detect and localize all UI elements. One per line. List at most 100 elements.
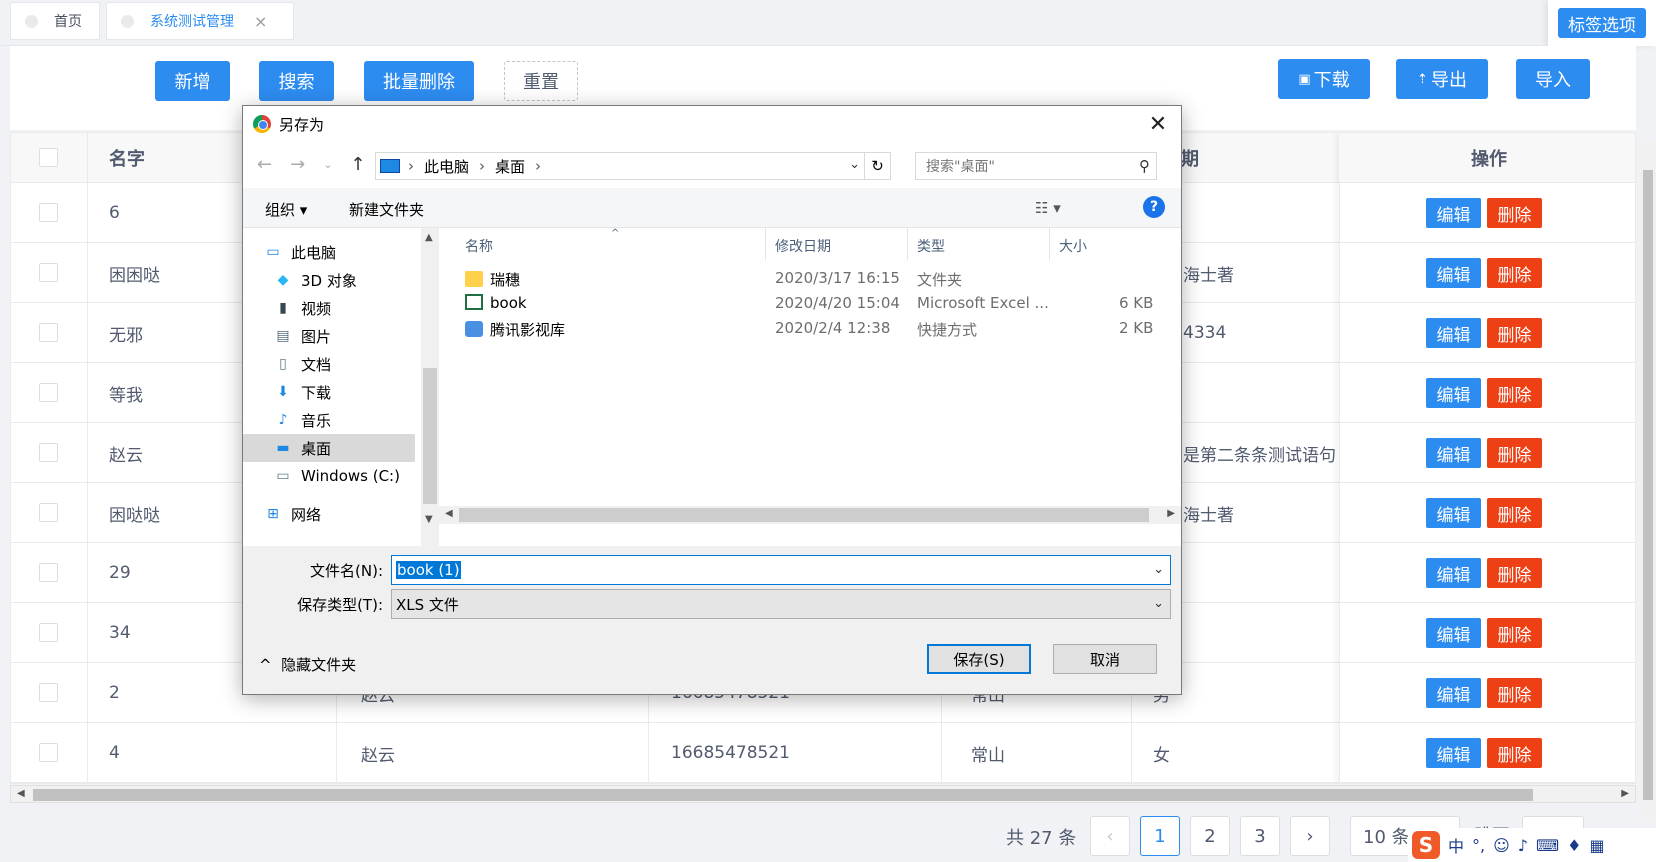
scrollbar-thumb[interactable] [1643, 170, 1653, 800]
ime-language[interactable]: 中 [1448, 833, 1464, 857]
page-2-button[interactable]: 2 [1190, 816, 1230, 856]
row-checkbox[interactable] [39, 443, 58, 462]
page-vertical-scrollbar[interactable] [1640, 140, 1656, 822]
add-button[interactable]: 新增 [155, 61, 230, 101]
page-1-button[interactable]: 1 [1140, 816, 1180, 856]
column-size[interactable]: 大小 [1059, 236, 1087, 256]
skin-icon[interactable]: ♦ [1567, 836, 1581, 855]
scrollbar-thumb[interactable] [459, 508, 1149, 522]
delete-button[interactable]: 删除 [1487, 558, 1542, 588]
scrollbar-thumb[interactable] [423, 368, 437, 504]
cancel-button[interactable]: 取消 [1053, 644, 1157, 674]
delete-button[interactable]: 删除 [1487, 498, 1542, 528]
path-segment-pc[interactable]: 此电脑 [424, 156, 469, 177]
tree-item[interactable]: ▭ Windows (C:) [243, 462, 415, 490]
row-checkbox[interactable] [39, 263, 58, 282]
file-row[interactable]: book 2020/4/20 15:04 Microsoft Excel ... 6 … [439, 291, 1181, 316]
delete-button[interactable]: 删除 [1487, 258, 1542, 288]
tree-item[interactable]: ◆ 3D 对象 [243, 266, 415, 294]
delete-button[interactable]: 删除 [1487, 678, 1542, 708]
microphone-icon[interactable]: ♪ [1518, 836, 1528, 855]
search-input[interactable]: 搜索"桌面" ⚲ [915, 152, 1157, 180]
prev-page-button[interactable]: ‹ [1090, 816, 1130, 856]
address-bar[interactable]: › 此电脑 › 桌面 › ⌄ [375, 152, 865, 180]
view-options-icon[interactable]: ☷ ▾ [1035, 199, 1061, 217]
column-modified[interactable]: 修改日期 [775, 236, 831, 256]
up-arrow-icon[interactable]: ↑ [350, 154, 365, 175]
file-row[interactable]: 瑞穗 2020/3/17 16:15 文件夹 [439, 266, 1181, 291]
tree-item[interactable]: ▤ 图片 [243, 322, 415, 350]
delete-button[interactable]: 删除 [1487, 738, 1542, 768]
emoji-icon[interactable]: ☺ [1493, 836, 1510, 855]
help-icon[interactable]: ? [1143, 196, 1165, 218]
filename-input[interactable]: book (1) ⌄ [391, 555, 1171, 585]
scroll-left-icon[interactable]: ◀ [17, 788, 25, 799]
chevron-down-icon[interactable]: ⌄ [1153, 562, 1164, 577]
tree-item[interactable]: ⊞ 网络 [243, 500, 415, 528]
scroll-left-icon[interactable]: ◀ [445, 508, 453, 519]
reset-button[interactable]: 重置 [504, 61, 578, 101]
row-checkbox[interactable] [39, 623, 58, 642]
chevron-down-icon[interactable]: ⌄ [849, 157, 860, 172]
tab-home[interactable]: 首页 [10, 2, 100, 40]
tree-item[interactable]: ♪ 音乐 [243, 406, 415, 434]
delete-button[interactable]: 删除 [1487, 618, 1542, 648]
organize-menu[interactable]: 组织 ▾ [265, 199, 307, 220]
edit-button[interactable]: 编辑 [1426, 318, 1481, 348]
edit-button[interactable]: 编辑 [1426, 198, 1481, 228]
tree-item[interactable]: ▬ 桌面 [243, 434, 415, 462]
edit-button[interactable]: 编辑 [1426, 498, 1481, 528]
row-checkbox[interactable] [39, 743, 58, 762]
close-icon[interactable]: ✕ [1143, 110, 1173, 138]
scrollbar-thumb[interactable] [33, 789, 1533, 801]
download-button[interactable]: ▣ 下载 [1278, 59, 1370, 99]
tree-item[interactable]: ⬇ 下载 [243, 378, 415, 406]
row-checkbox[interactable] [39, 563, 58, 582]
edit-button[interactable]: 编辑 [1426, 378, 1481, 408]
delete-button[interactable]: 删除 [1487, 378, 1542, 408]
edit-button[interactable]: 编辑 [1426, 738, 1481, 768]
delete-button[interactable]: 删除 [1487, 318, 1542, 348]
navigation-pane-scrollbar[interactable]: ▲ ▼ [421, 228, 439, 530]
row-checkbox[interactable] [39, 203, 58, 222]
edit-button[interactable]: 编辑 [1426, 438, 1481, 468]
filetype-select[interactable]: XLS 文件 ⌄ [391, 589, 1171, 619]
batch-delete-button[interactable]: 批量删除 [364, 61, 474, 101]
hide-folders-toggle[interactable]: ^ 隐藏文件夹 [259, 654, 356, 675]
tree-item[interactable]: ▭ 此电脑 [243, 238, 415, 266]
keyboard-icon[interactable]: ⌨ [1536, 836, 1559, 855]
search-button[interactable]: 搜索 [259, 61, 334, 101]
forward-arrow-icon[interactable]: → [290, 154, 305, 175]
back-arrow-icon[interactable]: ← [257, 154, 272, 175]
delete-button[interactable]: 删除 [1487, 198, 1542, 228]
close-icon[interactable]: × [254, 12, 267, 31]
path-segment-desktop[interactable]: 桌面 [495, 156, 525, 177]
file-row[interactable]: 腾讯影视库 2020/2/4 12:38 快捷方式 2 KB [439, 316, 1181, 341]
column-name[interactable]: 名称 [465, 236, 493, 256]
tree-item[interactable]: ▮ 视频 [243, 294, 415, 322]
edit-button[interactable]: 编辑 [1426, 258, 1481, 288]
refresh-button[interactable]: ↻ [865, 152, 891, 180]
scroll-right-icon[interactable]: ▶ [1621, 788, 1629, 799]
tab-options-button[interactable]: 标签选项 [1558, 8, 1646, 38]
save-button[interactable]: 保存(S) [927, 644, 1031, 674]
chevron-down-icon[interactable]: ⌄ [1153, 596, 1164, 611]
row-checkbox[interactable] [39, 323, 58, 342]
table-horizontal-scrollbar[interactable]: ◀ ▶ [10, 785, 1636, 803]
tab-system-test[interactable]: 系统测试管理 × [106, 2, 294, 40]
new-folder-button[interactable]: 新建文件夹 [349, 199, 424, 220]
sogou-logo-icon[interactable]: S [1412, 831, 1440, 859]
edit-button[interactable]: 编辑 [1426, 558, 1481, 588]
edit-button[interactable]: 编辑 [1426, 618, 1481, 648]
tree-item[interactable]: ▯ 文档 [243, 350, 415, 378]
row-checkbox[interactable] [39, 683, 58, 702]
scroll-up-icon[interactable]: ▲ [425, 232, 433, 243]
row-checkbox[interactable] [39, 383, 58, 402]
export-button[interactable]: ⇡ 导出 [1396, 59, 1488, 99]
next-page-button[interactable]: › [1290, 816, 1330, 856]
scroll-right-icon[interactable]: ▶ [1167, 508, 1175, 519]
delete-button[interactable]: 删除 [1487, 438, 1542, 468]
select-all-checkbox[interactable] [39, 148, 58, 167]
page-3-button[interactable]: 3 [1240, 816, 1280, 856]
recent-dropdown-icon[interactable]: ⌄ [323, 158, 332, 175]
